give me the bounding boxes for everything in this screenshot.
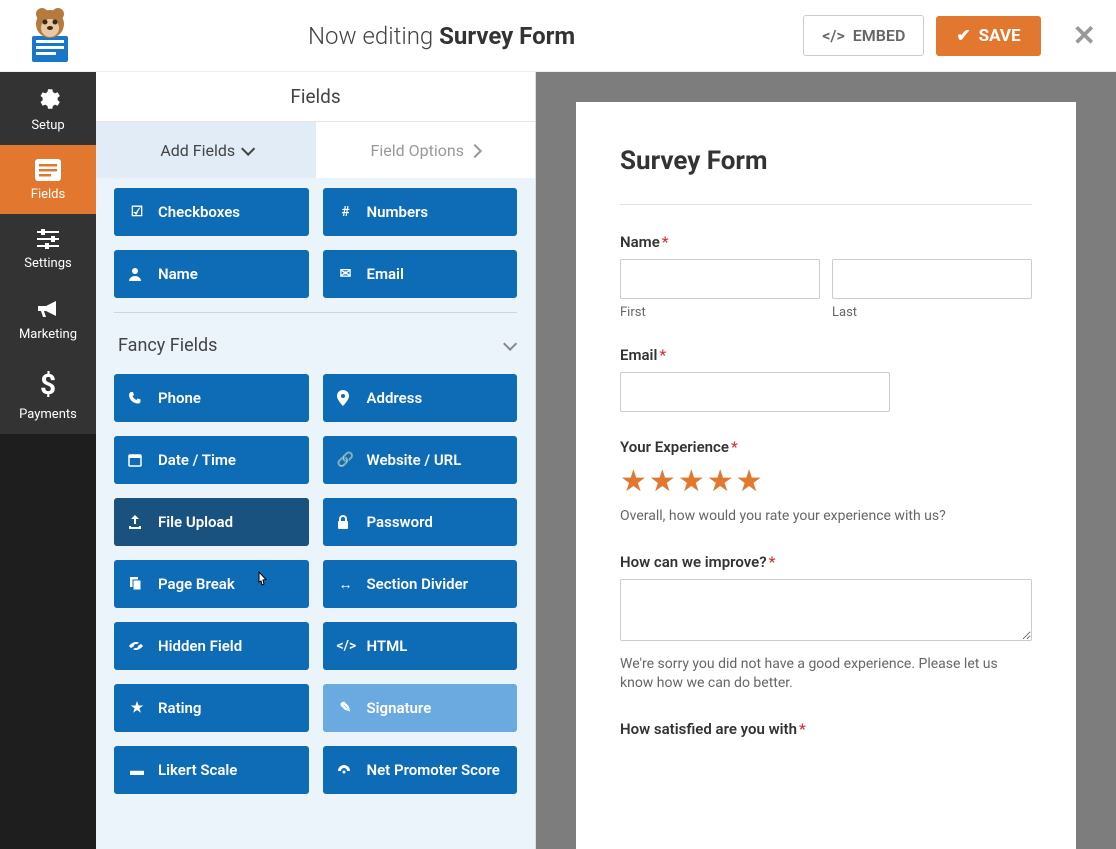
- page-title: Now editing Survey Form: [80, 22, 803, 50]
- fields-list[interactable]: ☑Checkboxes #Numbers Name ✉Email Fancy F…: [96, 178, 535, 849]
- field-improve-wrap: How can we improve?* We're sorry you did…: [620, 553, 1032, 694]
- chevron-right-icon: [470, 141, 480, 160]
- name-label: Name*: [620, 233, 1032, 251]
- field-likert-scale[interactable]: ▬Likert Scale: [114, 746, 309, 794]
- satisfied-label: How satisfied are you with*: [620, 720, 1032, 738]
- star-rating[interactable]: ★ ★ ★ ★ ★: [620, 464, 1032, 499]
- field-name-wrap: Name* First Last: [620, 233, 1032, 320]
- hash-icon: #: [337, 204, 355, 220]
- link-icon: 🔗: [337, 452, 355, 468]
- eye-slash-icon: [128, 640, 146, 652]
- embed-button[interactable]: </> EMBED: [803, 15, 924, 56]
- sidebar-label: Fields: [31, 187, 65, 202]
- field-name[interactable]: Name: [114, 250, 309, 298]
- improve-textarea[interactable]: [620, 579, 1032, 641]
- field-file-upload[interactable]: File Upload: [114, 498, 309, 546]
- tab-field-options[interactable]: Field Options: [316, 122, 536, 178]
- calendar-icon: [128, 453, 146, 467]
- form-divider: [620, 204, 1032, 205]
- field-date-time[interactable]: Date / Time: [114, 436, 309, 484]
- dollar-icon: $: [0, 368, 96, 401]
- sidebar-item-marketing[interactable]: Marketing: [0, 283, 96, 354]
- field-phone[interactable]: Phone: [114, 374, 309, 422]
- code-icon: </>: [822, 26, 845, 45]
- form-title: Survey Form: [620, 146, 1032, 176]
- field-address[interactable]: Address: [323, 374, 518, 422]
- top-bar: Now editing Survey Form </> EMBED ✔ SAVE…: [0, 0, 1116, 72]
- bullhorn-icon: [0, 297, 96, 321]
- star-icon[interactable]: ★: [620, 464, 647, 499]
- first-sublabel: First: [620, 305, 820, 320]
- field-section-divider[interactable]: ↔Section Divider: [323, 560, 518, 608]
- email-input[interactable]: [620, 372, 890, 412]
- field-satisfied-wrap: How satisfied are you with*: [620, 720, 1032, 738]
- phone-icon: [128, 391, 146, 405]
- email-label: Email*: [620, 346, 1032, 364]
- save-button[interactable]: ✔ SAVE: [936, 16, 1040, 56]
- check-icon: ✔: [956, 26, 970, 46]
- fancy-fields-section[interactable]: Fancy Fields: [114, 312, 517, 374]
- tab-add-fields[interactable]: Add Fields: [96, 122, 316, 178]
- chevron-down-icon: [503, 335, 513, 356]
- star-icon[interactable]: ★: [649, 464, 676, 499]
- field-html[interactable]: </>HTML: [323, 622, 518, 670]
- field-signature[interactable]: ✎Signature: [323, 684, 518, 732]
- gear-icon: [0, 86, 96, 112]
- upload-icon: [128, 515, 146, 529]
- panel-header: Fields: [96, 72, 535, 122]
- left-sidebar: Setup Fields Settings Marketing $ Paymen…: [0, 72, 96, 849]
- sidebar-label: Marketing: [19, 327, 77, 342]
- star-icon[interactable]: ★: [678, 464, 705, 499]
- field-website-url[interactable]: 🔗Website / URL: [323, 436, 518, 484]
- files-icon: [128, 577, 146, 591]
- sidebar-item-payments[interactable]: $ Payments: [0, 354, 96, 434]
- sidebar-item-fields[interactable]: Fields: [0, 145, 96, 214]
- sidebar-label: Payments: [19, 407, 77, 422]
- form-canvas[interactable]: Survey Form Name* First Last Email*: [576, 102, 1076, 849]
- app-logo: [20, 6, 80, 66]
- last-name-input[interactable]: [832, 259, 1032, 299]
- map-marker-icon: [337, 390, 355, 406]
- experience-help: Overall, how would you rate your experie…: [620, 507, 1032, 527]
- field-email-wrap: Email*: [620, 346, 1032, 412]
- check-square-icon: ☑: [128, 204, 146, 220]
- field-page-break[interactable]: Page Break: [114, 560, 309, 608]
- field-checkboxes[interactable]: ☑Checkboxes: [114, 188, 309, 236]
- fields-panel: Fields Add Fields Field Options ☑Checkbo…: [96, 72, 536, 849]
- dashboard-icon: [337, 764, 355, 776]
- sidebar-label: Setup: [31, 118, 64, 133]
- field-password[interactable]: Password: [323, 498, 518, 546]
- field-rating[interactable]: ★Rating: [114, 684, 309, 732]
- list-icon: [0, 159, 96, 181]
- pencil-icon: ✎: [337, 700, 355, 716]
- form-preview: Survey Form Name* First Last Email*: [536, 72, 1116, 849]
- chevron-down-icon: [241, 141, 251, 160]
- field-email[interactable]: ✉Email: [323, 250, 518, 298]
- user-icon: [128, 267, 146, 281]
- sidebar-label: Settings: [24, 256, 71, 271]
- code-icon: </>: [337, 638, 355, 654]
- close-button[interactable]: ✕: [1073, 19, 1096, 52]
- last-sublabel: Last: [832, 305, 1032, 320]
- ellipsis-icon: ▬: [128, 762, 146, 779]
- field-net-promoter-score[interactable]: Net Promoter Score: [323, 746, 518, 794]
- arrows-h-icon: ↔: [337, 576, 355, 593]
- lock-icon: [337, 515, 355, 529]
- experience-label: Your Experience*: [620, 438, 1032, 456]
- field-experience-wrap: Your Experience* ★ ★ ★ ★ ★ Overall, how …: [620, 438, 1032, 527]
- star-icon[interactable]: ★: [736, 464, 763, 499]
- first-name-input[interactable]: [620, 259, 820, 299]
- field-hidden-field[interactable]: Hidden Field: [114, 622, 309, 670]
- envelope-icon: ✉: [337, 266, 355, 282]
- panel-tabs: Add Fields Field Options: [96, 122, 535, 178]
- improve-help: We're sorry you did not have a good expe…: [620, 655, 1032, 694]
- field-numbers[interactable]: #Numbers: [323, 188, 518, 236]
- sidebar-item-settings[interactable]: Settings: [0, 214, 96, 283]
- sliders-icon: [0, 228, 96, 250]
- improve-label: How can we improve?*: [620, 553, 1032, 571]
- star-icon: ★: [128, 700, 146, 716]
- star-icon[interactable]: ★: [707, 464, 734, 499]
- sidebar-item-setup[interactable]: Setup: [0, 72, 96, 145]
